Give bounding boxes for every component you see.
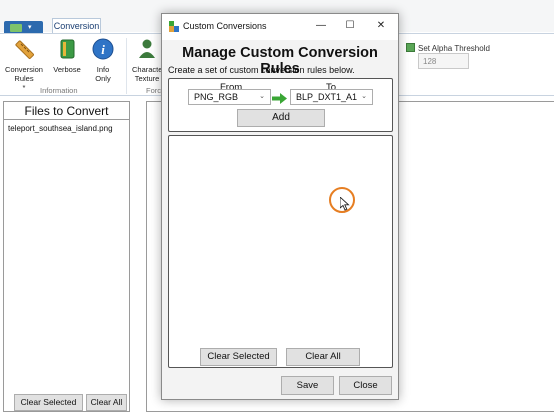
from-format-value: PNG_RGB xyxy=(194,92,239,102)
arrow-right-icon xyxy=(272,93,287,104)
chevron-down-icon: ▾ xyxy=(28,24,32,31)
custom-conversions-dialog: Custom Conversions — ☐ ✕ Manage Custom C… xyxy=(161,13,399,400)
mouse-pointer-icon xyxy=(340,197,350,211)
files-clear-all-button[interactable]: Clear All xyxy=(86,394,127,411)
clear-selected-button[interactable]: Clear Selected xyxy=(200,348,277,366)
book-icon xyxy=(60,39,75,59)
verbose-label: Verbose xyxy=(53,65,81,74)
chevron-down-icon: ⌄ xyxy=(361,93,367,100)
checkbox-icon xyxy=(406,43,415,52)
files-panel-title: Files to Convert xyxy=(4,102,129,120)
app-icon xyxy=(169,21,179,32)
save-button[interactable]: Save xyxy=(281,376,334,395)
alpha-threshold-toggle[interactable]: Set Alpha Threshold xyxy=(406,43,490,53)
close-button[interactable]: Close xyxy=(339,376,392,395)
maximize-button[interactable]: ☐ xyxy=(338,17,362,35)
info-only-button[interactable]: i Info Only xyxy=(90,38,116,83)
conversion-rules-button[interactable]: Conversion Rules * xyxy=(4,38,44,92)
conversion-rules-label: Conversion Rules xyxy=(5,65,43,83)
app-menu-icon xyxy=(10,24,22,32)
alpha-threshold-input[interactable]: 128 xyxy=(418,53,469,69)
info-only-label: Info Only xyxy=(95,65,111,83)
character-texture-button[interactable]: Characte Texture xyxy=(132,38,162,83)
alpha-threshold-label: Set Alpha Threshold xyxy=(418,44,490,53)
ruler-icon xyxy=(15,40,34,59)
chevron-down-icon: ⌄ xyxy=(259,93,265,100)
svg-text:i: i xyxy=(101,42,105,57)
dialog-titlebar[interactable]: Custom Conversions — ☐ ✕ xyxy=(162,14,398,40)
files-panel: Files to Convert teleport_southsea_islan… xyxy=(3,101,130,412)
close-window-button[interactable]: ✕ xyxy=(369,17,393,35)
to-format-select[interactable]: BLP_DXT1_A1 ⌄ xyxy=(290,89,373,105)
dialog-description: Create a set of custom conversion rules … xyxy=(168,65,355,75)
from-format-select[interactable]: PNG_RGB ⌄ xyxy=(188,89,271,105)
tab-conversion[interactable]: Conversion xyxy=(52,18,101,34)
add-rule-button[interactable]: Add xyxy=(237,109,325,127)
group-separator xyxy=(126,38,127,94)
clear-all-button[interactable]: Clear All xyxy=(286,348,360,366)
rules-list[interactable] xyxy=(168,135,393,368)
file-list-item[interactable]: teleport_southsea_island.png xyxy=(8,124,113,133)
person-icon xyxy=(139,39,155,58)
files-clear-selected-button[interactable]: Clear Selected xyxy=(14,394,83,411)
texture-label: Texture xyxy=(134,74,160,83)
character-label: Characte xyxy=(132,65,163,74)
dialog-title: Custom Conversions xyxy=(183,21,267,31)
minimize-button[interactable]: — xyxy=(309,17,333,35)
conversion-rules-suffix: * xyxy=(22,83,26,92)
to-format-value: BLP_DXT1_A1 xyxy=(296,92,358,102)
group-information-label: Information xyxy=(40,86,78,95)
group-force-label: Forc xyxy=(146,86,161,95)
verbose-button[interactable]: Verbose xyxy=(48,38,86,74)
info-icon: i xyxy=(92,38,114,60)
